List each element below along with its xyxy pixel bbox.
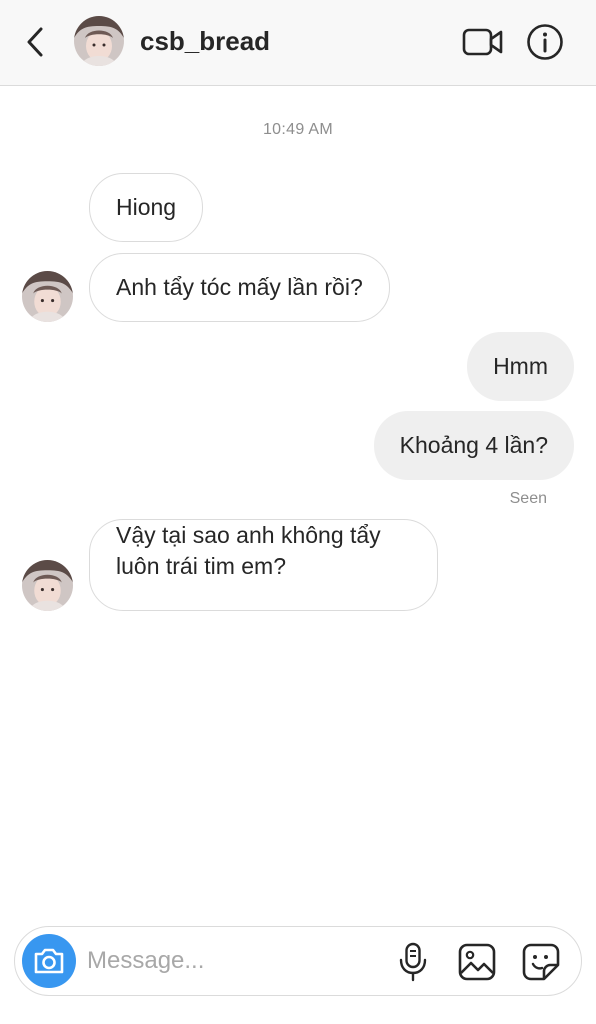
incoming-message[interactable]: Anh tẩy tóc mấy lần rồi? xyxy=(89,253,390,322)
chevron-left-icon xyxy=(27,27,43,57)
info-button[interactable] xyxy=(524,21,566,63)
incoming-message[interactable]: Hiong xyxy=(89,173,204,242)
message-text: Hmm xyxy=(493,353,548,379)
sender-avatar[interactable] xyxy=(22,560,73,611)
message-text: Hiong xyxy=(116,194,177,220)
sender-avatar[interactable] xyxy=(22,271,73,322)
message-text: Anh tẩy tóc mấy lần rồi? xyxy=(116,274,363,300)
avatar[interactable] xyxy=(74,16,124,66)
message-input[interactable] xyxy=(87,943,377,979)
incoming-message[interactable]: Vậy tại sao anh không tẩy luôn trái tim … xyxy=(89,519,438,611)
chat-header: csb_bread xyxy=(0,0,596,86)
camera-button[interactable] xyxy=(22,934,76,988)
outgoing-message[interactable]: Hmm xyxy=(467,332,574,401)
video-camera-icon xyxy=(462,28,503,56)
gallery-button[interactable] xyxy=(455,939,499,985)
message-composer xyxy=(14,926,582,996)
sticker-button[interactable] xyxy=(519,939,563,985)
voice-message-button[interactable] xyxy=(393,939,433,985)
video-call-button[interactable] xyxy=(460,22,506,62)
direct-message-screen: csb_bread 10:49 AM Hiong Anh tẩy tóc mấy… xyxy=(0,0,596,1024)
message-text: Khoảng 4 lần? xyxy=(399,432,548,458)
microphone-icon xyxy=(399,942,427,982)
chat-username[interactable]: csb_bread xyxy=(140,25,270,57)
camera-icon xyxy=(34,948,64,974)
image-icon xyxy=(458,943,496,981)
seen-receipt: Seen xyxy=(509,490,547,507)
message-timestamp: 10:49 AM xyxy=(262,121,333,138)
info-icon xyxy=(527,24,563,60)
outgoing-message[interactable]: Khoảng 4 lần? xyxy=(373,411,574,480)
sticker-icon xyxy=(522,943,560,981)
back-button[interactable] xyxy=(18,22,52,62)
message-text: Vậy tại sao anh không tẩy luôn trái tim … xyxy=(116,522,381,579)
